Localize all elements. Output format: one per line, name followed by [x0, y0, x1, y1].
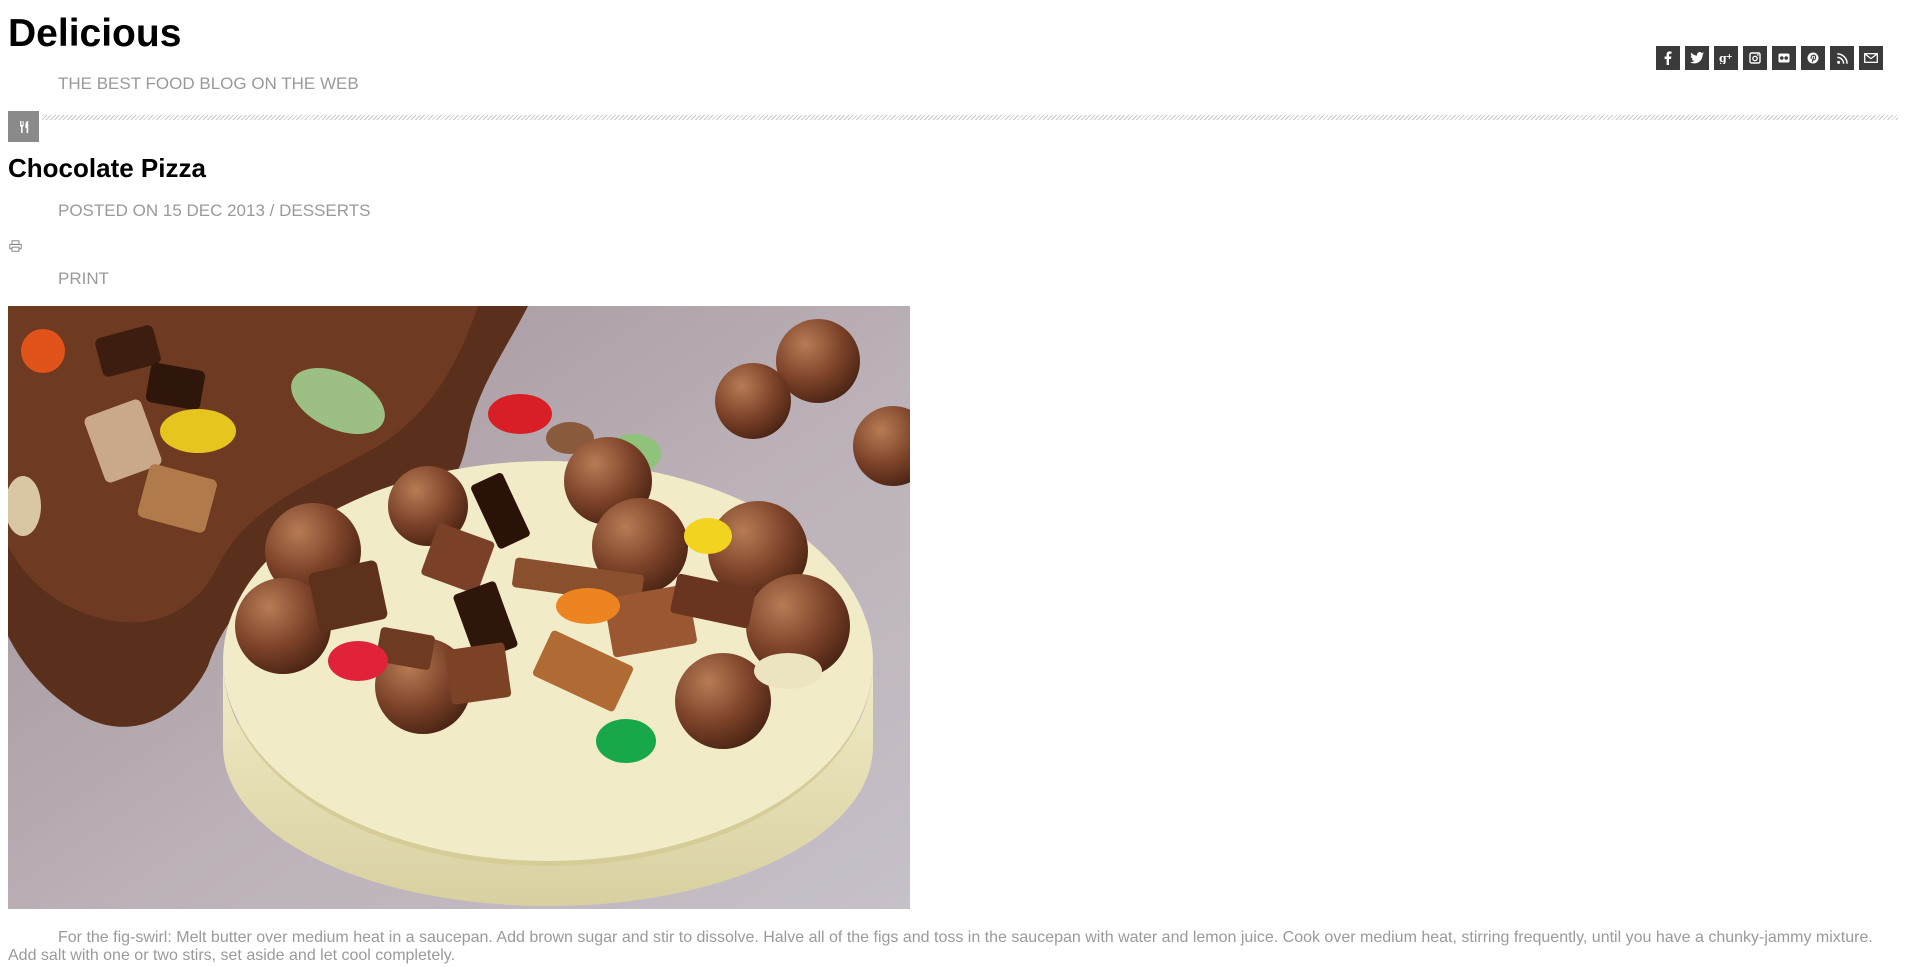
social-links: g + [1656, 46, 1883, 70]
post-meta: POSTED ON 15 DEC 2013 / DESSERTS [58, 201, 370, 221]
instagram-icon[interactable] [1743, 46, 1767, 70]
facebook-icon[interactable] [1656, 46, 1680, 70]
chocolate-pizza-photo [8, 306, 910, 909]
pinterest-icon[interactable] [1801, 46, 1825, 70]
twitter-icon[interactable] [1685, 46, 1709, 70]
flickr-icon[interactable] [1772, 46, 1796, 70]
printer-icon[interactable] [9, 240, 22, 252]
post-image [8, 306, 910, 909]
post-body: For the fig-swirl: Melt butter over medi… [8, 929, 1873, 964]
google-plus-icon[interactable]: g + [1714, 46, 1738, 70]
print-link[interactable]: PRINT [58, 269, 109, 289]
post-title[interactable]: Chocolate Pizza [8, 153, 206, 183]
post-meta-prefix: POSTED ON [58, 201, 159, 220]
divider [42, 115, 1898, 120]
site-tagline: THE BEST FOOD BLOG ON THE WEB [58, 74, 359, 93]
svg-text:+: + [1726, 52, 1733, 61]
site-title[interactable]: Delicious [8, 14, 181, 54]
rss-icon[interactable] [1830, 46, 1854, 70]
post-category-link[interactable]: DESSERTS [279, 201, 370, 220]
post-meta-separator: / [269, 201, 275, 220]
post-date: 15 DEC 2013 [162, 201, 265, 220]
email-icon[interactable] [1859, 46, 1883, 70]
fork-knife-icon [8, 111, 39, 142]
